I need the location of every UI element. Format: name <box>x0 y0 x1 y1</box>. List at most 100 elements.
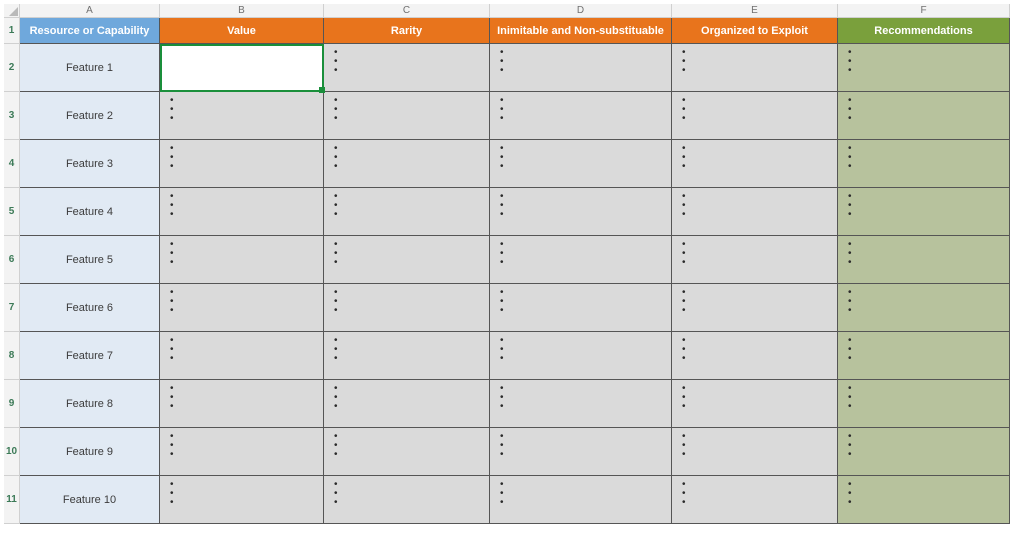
cell-inimitable[interactable] <box>490 380 672 428</box>
feature-label[interactable]: Feature 2 <box>20 92 160 140</box>
col-header-C[interactable]: C <box>324 4 490 18</box>
bullet-list <box>500 192 665 219</box>
cell-inimitable[interactable] <box>490 476 672 524</box>
cell-inimitable[interactable] <box>490 332 672 380</box>
col-header-E[interactable]: E <box>672 4 838 18</box>
cell-value[interactable] <box>160 380 324 428</box>
cell-value[interactable] <box>160 476 324 524</box>
col-header-F[interactable]: F <box>838 4 1010 18</box>
header-inimitable[interactable]: Inimitable and Non-substituable <box>490 18 672 44</box>
feature-label[interactable]: Feature 5 <box>20 236 160 284</box>
header-value[interactable]: Value <box>160 18 324 44</box>
cell-organized[interactable] <box>672 476 838 524</box>
cell-rarity[interactable] <box>324 380 490 428</box>
bullet-item <box>848 249 1003 258</box>
row-header-1[interactable]: 1 <box>4 18 20 44</box>
cell-value[interactable] <box>160 428 324 476</box>
row-header-9[interactable]: 9 <box>4 380 20 428</box>
cell-inimitable[interactable] <box>490 44 672 92</box>
header-recommendations[interactable]: Recommendations <box>838 18 1010 44</box>
header-organized[interactable]: Organized to Exploit <box>672 18 838 44</box>
cell-recommendations[interactable] <box>838 428 1010 476</box>
cell-organized[interactable] <box>672 380 838 428</box>
cell-value[interactable] <box>160 284 324 332</box>
feature-label[interactable]: Feature 4 <box>20 188 160 236</box>
cell-rarity[interactable] <box>324 140 490 188</box>
cell-value[interactable] <box>160 236 324 284</box>
bullet-item <box>334 297 483 306</box>
cell-inimitable[interactable] <box>490 140 672 188</box>
feature-label[interactable]: Feature 10 <box>20 476 160 524</box>
row-header-10[interactable]: 10 <box>4 428 20 476</box>
col-header-B[interactable]: B <box>160 4 324 18</box>
bullet-item <box>500 210 665 219</box>
row-header-2[interactable]: 2 <box>4 44 20 92</box>
row-header-3[interactable]: 3 <box>4 92 20 140</box>
cell-recommendations[interactable] <box>838 332 1010 380</box>
cell-organized[interactable] <box>672 428 838 476</box>
cell-recommendations[interactable] <box>838 44 1010 92</box>
cell-rarity[interactable] <box>324 332 490 380</box>
cell-value[interactable] <box>160 188 324 236</box>
bullet-item <box>334 240 483 249</box>
bullet-item <box>170 441 317 450</box>
cell-organized[interactable] <box>672 140 838 188</box>
row-header-7[interactable]: 7 <box>4 284 20 332</box>
cell-recommendations[interactable] <box>838 284 1010 332</box>
cell-recommendations[interactable] <box>838 140 1010 188</box>
cell-value[interactable] <box>160 44 324 92</box>
cell-organized[interactable] <box>672 284 838 332</box>
row-header-6[interactable]: 6 <box>4 236 20 284</box>
row-header-4[interactable]: 4 <box>4 140 20 188</box>
bullet-list <box>682 480 831 507</box>
bullet-item <box>170 210 317 219</box>
row-header-5[interactable]: 5 <box>4 188 20 236</box>
bullet-item <box>682 384 831 393</box>
cell-recommendations[interactable] <box>838 380 1010 428</box>
cell-inimitable[interactable] <box>490 236 672 284</box>
feature-label[interactable]: Feature 7 <box>20 332 160 380</box>
bullet-item <box>848 192 1003 201</box>
header-rarity[interactable]: Rarity <box>324 18 490 44</box>
bullet-item <box>848 144 1003 153</box>
col-header-A[interactable]: A <box>20 4 160 18</box>
feature-label[interactable]: Feature 1 <box>20 44 160 92</box>
row-header-11[interactable]: 11 <box>4 476 20 524</box>
cell-rarity[interactable] <box>324 236 490 284</box>
cell-rarity[interactable] <box>324 92 490 140</box>
cell-rarity[interactable] <box>324 476 490 524</box>
cell-value[interactable] <box>160 140 324 188</box>
cell-organized[interactable] <box>672 236 838 284</box>
cell-organized[interactable] <box>672 188 838 236</box>
cell-inimitable[interactable] <box>490 92 672 140</box>
cell-recommendations[interactable] <box>838 236 1010 284</box>
header-resource-capability[interactable]: Resource or Capability <box>20 18 160 44</box>
cell-inimitable[interactable] <box>490 188 672 236</box>
feature-label[interactable]: Feature 3 <box>20 140 160 188</box>
cell-organized[interactable] <box>672 332 838 380</box>
col-header-D[interactable]: D <box>490 4 672 18</box>
feature-label[interactable]: Feature 9 <box>20 428 160 476</box>
bullet-item <box>682 441 831 450</box>
cell-recommendations[interactable] <box>838 476 1010 524</box>
cell-value[interactable] <box>160 332 324 380</box>
cell-inimitable[interactable] <box>490 284 672 332</box>
bullet-list <box>170 144 317 171</box>
feature-label[interactable]: Feature 6 <box>20 284 160 332</box>
cell-rarity[interactable] <box>324 188 490 236</box>
bullet-list <box>170 432 317 459</box>
cell-rarity[interactable] <box>324 284 490 332</box>
cell-rarity[interactable] <box>324 44 490 92</box>
cell-organized[interactable] <box>672 92 838 140</box>
cell-recommendations[interactable] <box>838 188 1010 236</box>
cell-inimitable[interactable] <box>490 428 672 476</box>
cell-organized[interactable] <box>672 44 838 92</box>
bullet-item <box>848 258 1003 267</box>
cell-recommendations[interactable] <box>838 92 1010 140</box>
cell-value[interactable] <box>160 92 324 140</box>
cell-rarity[interactable] <box>324 428 490 476</box>
bullet-list <box>334 96 483 123</box>
feature-label[interactable]: Feature 8 <box>20 380 160 428</box>
select-all-corner[interactable] <box>4 4 20 18</box>
row-header-8[interactable]: 8 <box>4 332 20 380</box>
